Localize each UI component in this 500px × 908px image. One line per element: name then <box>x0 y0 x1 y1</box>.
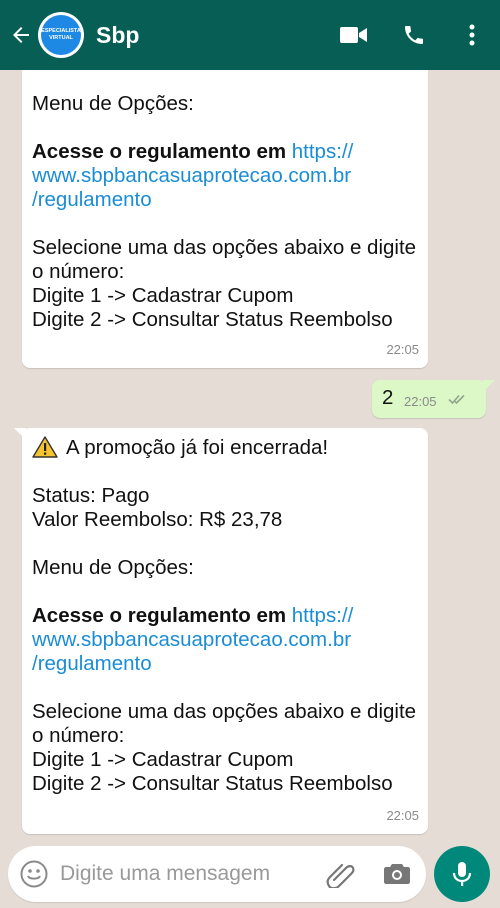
message-line <box>32 460 418 484</box>
emoji-icon[interactable] <box>20 860 48 888</box>
camera-icon[interactable] <box>384 861 410 885</box>
avatar-text-line1: ESPECIALISTA <box>41 28 81 34</box>
message-bubble-outgoing[interactable]: 2 22:05 <box>372 380 486 418</box>
message-line: A promoção já foi encerrada! <box>32 436 418 460</box>
call-button[interactable] <box>384 0 444 70</box>
promo-ended-text: A promoção já foi encerrada! <box>66 436 329 459</box>
double-check-icon <box>448 394 465 405</box>
message-line: o número: <box>32 724 125 747</box>
chat-header: ESPECIALISTA VIRTUAL Sbp <box>0 0 500 70</box>
message-line <box>32 532 418 556</box>
regulation-link[interactable]: https:// <box>292 604 354 627</box>
message-input[interactable] <box>60 858 320 890</box>
video-call-icon <box>340 27 367 43</box>
more-options-button[interactable] <box>444 0 500 70</box>
back-button[interactable] <box>6 23 36 47</box>
message-line: Valor Reembolso: R$ 23,78 <box>32 508 283 531</box>
message-line: Selecione uma das opções abaixo e digite <box>32 700 417 723</box>
message-time: 22:05 <box>404 394 437 409</box>
message-line: Digite 2 -> Consultar Status Reembolso <box>32 308 393 331</box>
message-line: Acesse o regulamento em https:// <box>32 140 418 164</box>
message-composer <box>8 846 426 902</box>
attach-icon[interactable] <box>326 860 356 888</box>
message-line: Digite 2 -> Consultar Status Reembolso <box>32 772 393 795</box>
regulation-link[interactable]: /regulamento <box>32 188 418 212</box>
message-line <box>32 676 418 700</box>
phone-icon <box>405 26 423 44</box>
contact-name[interactable]: Sbp <box>96 22 324 49</box>
more-vert-icon <box>469 24 475 46</box>
message-time: 22:05 <box>386 808 419 823</box>
message-bubble-incoming[interactable]: Menu de Opções: Acesse o regulamento em … <box>22 70 428 368</box>
message-line: o número: <box>32 260 125 283</box>
video-call-button[interactable] <box>324 0 384 70</box>
chat-area[interactable]: Menu de Opções: Acesse o regulamento em … <box>0 70 500 840</box>
bubble-tail <box>483 380 495 392</box>
warning-icon <box>32 436 58 458</box>
regulation-link[interactable]: www.sbpbancasuaprotecao.com.br <box>32 164 418 188</box>
composer-bar <box>0 840 500 908</box>
avatar-logo: ESPECIALISTA VIRTUAL <box>41 15 81 55</box>
regulation-link[interactable]: www.sbpbancasuaprotecao.com.br <box>32 628 418 652</box>
message-line: Menu de Opções: <box>32 92 194 115</box>
regulation-link[interactable]: https:// <box>292 140 354 163</box>
message-line: Digite 1 -> Cadastrar Cupom <box>32 284 294 307</box>
message-text: 2 <box>382 386 394 409</box>
message-bubble-incoming[interactable]: A promoção já foi encerrada! Status: Pag… <box>22 428 428 834</box>
message-line: Status: Pago <box>32 484 150 507</box>
regulation-label: Acesse o regulamento em <box>32 140 292 163</box>
regulation-link[interactable]: /regulamento <box>32 652 418 676</box>
avatar-text-line2: VIRTUAL <box>49 35 73 41</box>
message-time: 22:05 <box>386 342 419 357</box>
message-line: Digite 1 -> Cadastrar Cupom <box>32 748 294 771</box>
back-arrow-icon <box>13 27 29 43</box>
mic-icon <box>452 862 472 886</box>
message-line: Menu de Opções: <box>32 556 194 579</box>
message-line <box>32 116 418 140</box>
avatar[interactable]: ESPECIALISTA VIRTUAL <box>38 12 84 58</box>
message-line <box>32 580 418 604</box>
voice-message-button[interactable] <box>434 846 490 902</box>
message-line: Selecione uma das opções abaixo e digite <box>32 236 417 259</box>
regulation-label: Acesse o regulamento em <box>32 604 292 627</box>
message-line: Acesse o regulamento em https:// <box>32 604 418 628</box>
message-line <box>32 212 418 236</box>
